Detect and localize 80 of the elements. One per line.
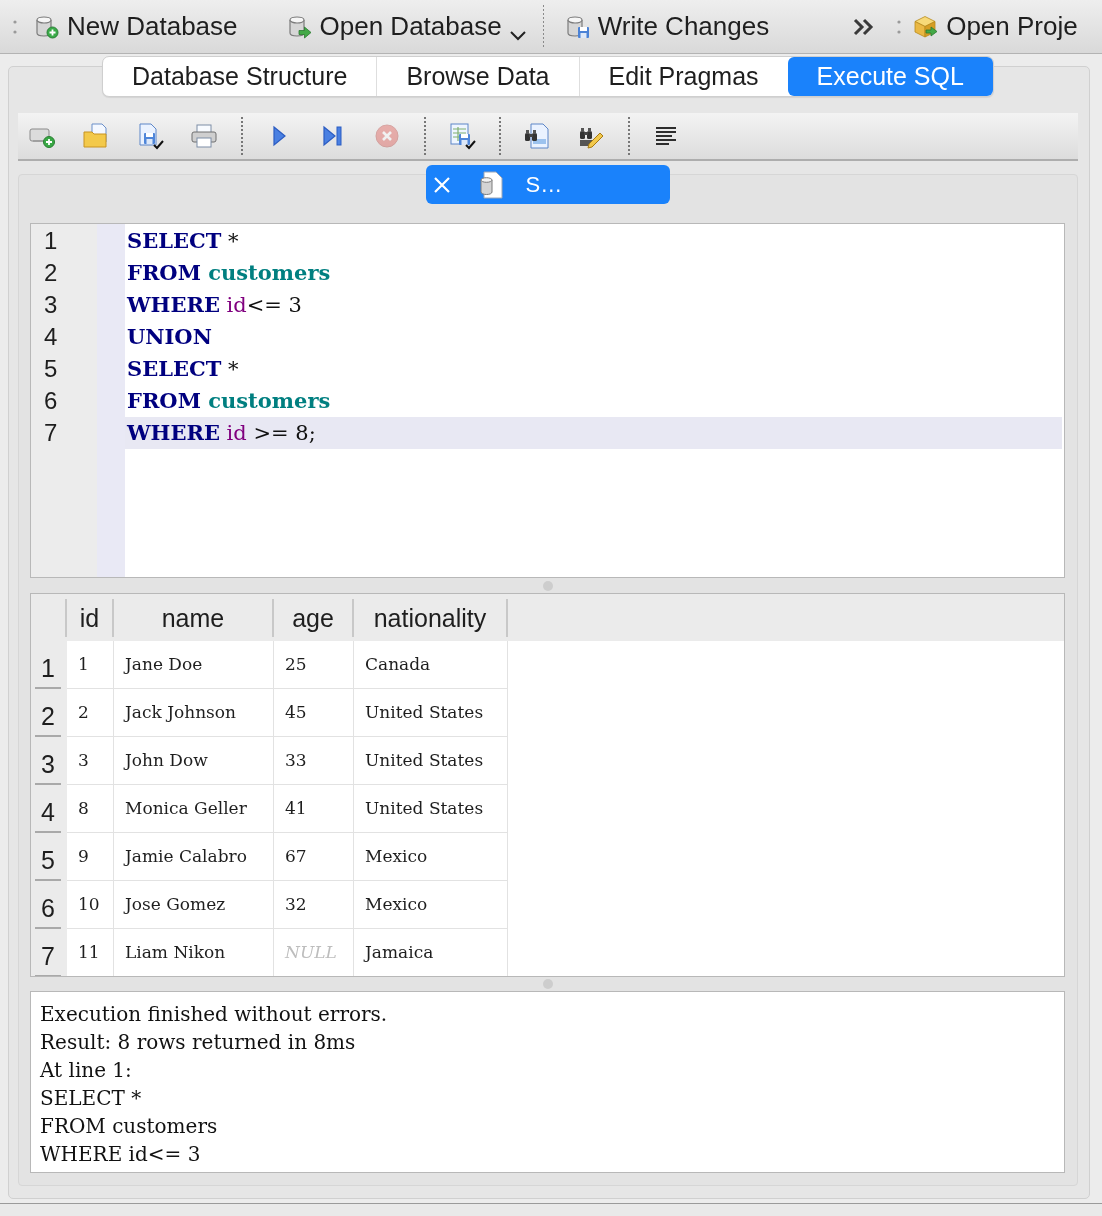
row-number[interactable]: 6 bbox=[31, 881, 67, 929]
table-cell: 11 bbox=[67, 929, 114, 976]
code-line: UNION bbox=[126, 323, 213, 351]
table-floppy-icon[interactable] bbox=[448, 122, 476, 150]
message-line: At line 1: bbox=[40, 1057, 132, 1084]
row-number[interactable]: 3 bbox=[31, 737, 67, 785]
line-number: 1 bbox=[43, 226, 59, 256]
line-number: 2 bbox=[43, 258, 59, 288]
table-cell: Jane Doe bbox=[114, 641, 274, 689]
column-header[interactable]: age bbox=[274, 598, 354, 637]
table-cell: United States bbox=[354, 785, 508, 833]
table-cell: 25 bbox=[274, 641, 354, 689]
table-cell: Jamie Calabro bbox=[114, 833, 274, 881]
printer-icon[interactable] bbox=[190, 122, 218, 150]
grip-icon[interactable] bbox=[896, 18, 903, 35]
table-cell: Jose Gomez bbox=[114, 881, 274, 929]
sql-editor[interactable]: 1 2 3 4 5 6 7 SELECT * FROM customers WHERE id<= 3 UNION SELECT * FROM customers WHERE id >= 8; bbox=[30, 223, 1065, 578]
column-header[interactable]: id bbox=[67, 598, 114, 637]
table-cell: John Dow bbox=[114, 737, 274, 785]
message-line: WHERE id<= 3 bbox=[40, 1141, 201, 1168]
row-number[interactable]: 2 bbox=[31, 689, 67, 737]
database-arrow-icon bbox=[287, 14, 312, 39]
database-document-icon bbox=[477, 170, 506, 199]
row-number[interactable]: 4 bbox=[31, 785, 67, 833]
table-cell: 45 bbox=[274, 689, 354, 737]
table-cell: Monica Geller bbox=[114, 785, 274, 833]
table-cell: 1 bbox=[67, 641, 114, 689]
code-line: FROM customers bbox=[126, 387, 332, 415]
toolbar-button[interactable]: Write Changes bbox=[557, 6, 778, 47]
tab[interactable]: Edit Pragmas bbox=[578, 57, 788, 96]
tab[interactable]: Execute SQL bbox=[787, 57, 993, 96]
message-line: SELECT * bbox=[40, 1085, 142, 1112]
table-cell: 10 bbox=[67, 881, 114, 929]
database-plus-icon bbox=[35, 14, 59, 39]
row-number[interactable]: 1 bbox=[31, 641, 67, 689]
table-cell: 67 bbox=[274, 833, 354, 881]
table-cell: 32 bbox=[274, 881, 354, 929]
table-cell: United States bbox=[354, 689, 508, 737]
table-cell: 41 bbox=[274, 785, 354, 833]
table-cell: Jamaica bbox=[354, 929, 508, 976]
table-cell: United States bbox=[354, 737, 508, 785]
document-floppy-icon[interactable] bbox=[136, 122, 164, 150]
message-line: Result: 8 rows returned in 8ms bbox=[40, 1029, 356, 1056]
table-cell: 2 bbox=[67, 689, 114, 737]
code-line: FROM customers bbox=[126, 259, 332, 287]
message-line: Execution finished without errors. bbox=[40, 1001, 388, 1028]
table-cell: 8 bbox=[67, 785, 114, 833]
table-cell: 3 bbox=[67, 737, 114, 785]
line-number: 4 bbox=[43, 322, 59, 352]
code-line: SELECT * bbox=[126, 355, 240, 383]
table-cell: Canada bbox=[354, 641, 508, 689]
message-line: FROM customers bbox=[40, 1113, 218, 1140]
code-line: SELECT * bbox=[126, 227, 240, 255]
line-number: 6 bbox=[43, 386, 59, 416]
row-number[interactable]: 7 bbox=[31, 929, 67, 976]
toolbar-button[interactable]: New Database bbox=[27, 6, 246, 47]
table-cell: 9 bbox=[67, 833, 114, 881]
table-cell: 33 bbox=[274, 737, 354, 785]
column-header[interactable]: name bbox=[114, 598, 274, 637]
table-cell: Mexico bbox=[354, 833, 508, 881]
line-number: 7 bbox=[43, 418, 59, 448]
tab[interactable]: Database Structure bbox=[103, 57, 377, 96]
table-cell: NULL bbox=[274, 929, 354, 976]
database-floppy-icon bbox=[565, 14, 590, 39]
tab[interactable]: Browse Data bbox=[376, 57, 579, 96]
column-header[interactable]: nationality bbox=[354, 598, 508, 637]
editor-tab[interactable]: S… bbox=[425, 165, 670, 204]
binoculars-document-icon[interactable] bbox=[523, 122, 551, 150]
line-number: 3 bbox=[43, 290, 59, 320]
toolbar-button[interactable]: Open Database bbox=[279, 6, 534, 47]
table-cell: Jack Johnson bbox=[114, 689, 274, 737]
code-line: WHERE id<= 3 bbox=[125, 291, 303, 319]
toolbar-button[interactable]: Open Proje bbox=[906, 6, 1078, 47]
grip-icon[interactable] bbox=[12, 18, 18, 35]
close-icon[interactable] bbox=[432, 175, 451, 194]
row-number[interactable]: 5 bbox=[31, 833, 67, 881]
table-cell: Liam Nikon bbox=[114, 929, 274, 976]
line-number: 5 bbox=[43, 354, 59, 384]
table-cell: Mexico bbox=[354, 881, 508, 929]
package-arrow-icon bbox=[914, 14, 939, 39]
